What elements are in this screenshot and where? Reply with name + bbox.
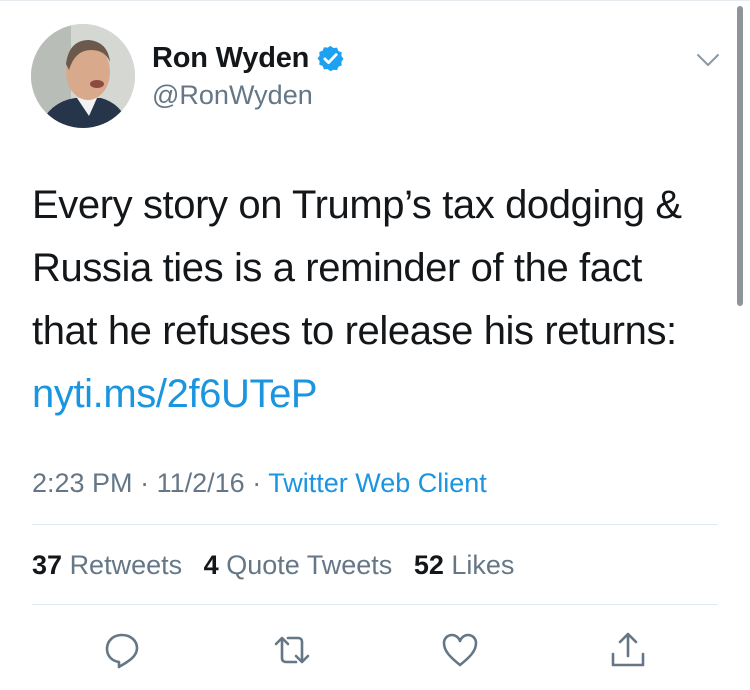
tweet-text: Every story on Trump’s tax dodging & Rus… bbox=[32, 174, 732, 426]
likes-stat[interactable]: 52 Likes bbox=[414, 550, 515, 580]
quote-tweets-count: 4 bbox=[203, 550, 219, 580]
meta-separator: · bbox=[140, 468, 150, 498]
tweet-link[interactable]: nyti.ms/2f6UTeP bbox=[32, 363, 732, 426]
avatar[interactable] bbox=[31, 24, 135, 128]
meta-separator: · bbox=[252, 468, 262, 498]
top-border bbox=[0, 0, 750, 1]
author-name-row: Ron Wyden bbox=[152, 42, 345, 75]
retweet-button[interactable] bbox=[272, 630, 312, 670]
chevron-down-icon[interactable] bbox=[694, 46, 722, 74]
tweet-client-link[interactable]: Twitter Web Client bbox=[268, 468, 487, 498]
author-handle[interactable]: @RonWyden bbox=[152, 80, 313, 111]
tweet-text-line: Russia ties is a reminder of the fact bbox=[32, 246, 642, 290]
retweet-icon bbox=[274, 636, 310, 664]
like-button[interactable] bbox=[440, 630, 480, 670]
likes-label: Likes bbox=[451, 550, 515, 580]
author-display-name[interactable]: Ron Wyden bbox=[152, 42, 309, 75]
quote-tweets-stat[interactable]: 4 Quote Tweets bbox=[204, 550, 393, 580]
tweet-date: 11/2/16 bbox=[156, 468, 245, 498]
retweets-label: Retweets bbox=[69, 550, 183, 580]
share-button[interactable] bbox=[608, 630, 648, 670]
scrollbar[interactable] bbox=[737, 6, 743, 306]
tweet-text-line: Every story on Trump’s tax dodging & bbox=[32, 183, 682, 227]
tweet-metadata: 2:23 PM · 11/2/16 · Twitter Web Client bbox=[32, 468, 487, 499]
share-icon bbox=[611, 632, 645, 667]
likes-count: 52 bbox=[413, 550, 444, 580]
retweets-count: 37 bbox=[32, 550, 63, 580]
tweet-time: 2:23 PM bbox=[32, 468, 133, 498]
divider bbox=[32, 604, 718, 605]
like-icon bbox=[442, 633, 478, 667]
quote-tweets-label: Quote Tweets bbox=[226, 550, 393, 580]
reply-icon bbox=[105, 633, 139, 669]
tweet-stats: 37 Retweets 4 Quote Tweets 52 Likes bbox=[32, 550, 514, 581]
verified-badge-icon bbox=[317, 45, 344, 72]
retweets-stat[interactable]: 37 Retweets bbox=[32, 550, 182, 580]
tweet-text-line: that he refuses to release his returns: bbox=[32, 309, 677, 353]
divider bbox=[32, 524, 718, 525]
reply-button[interactable] bbox=[102, 630, 142, 670]
